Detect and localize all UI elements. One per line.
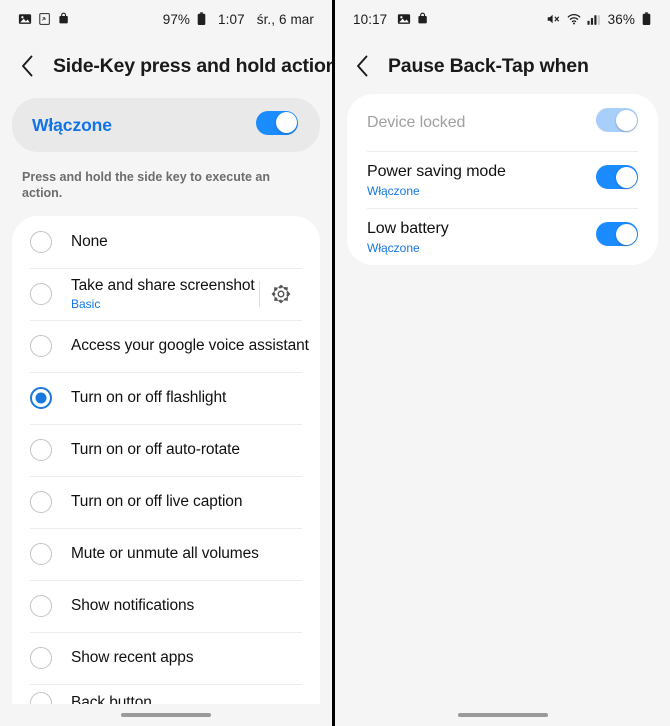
option-label: Turn on or off auto-rotate xyxy=(71,440,240,458)
radio-icon[interactable] xyxy=(30,594,52,617)
radio-icon[interactable] xyxy=(30,646,52,669)
setting-label: Power saving mode xyxy=(367,162,506,180)
option-label: Show notifications xyxy=(71,596,195,614)
option-label: None xyxy=(71,232,108,250)
left-gesture-bar[interactable] xyxy=(0,704,332,726)
battery-percent-label: 97% xyxy=(162,11,191,27)
hint-text: Press and hold the side key to execute a… xyxy=(22,170,271,201)
left-phone-screen: 97% 1:07 śr., 6 mar Side-Key press and h… xyxy=(0,0,335,726)
battery-percent-label: 36% xyxy=(607,11,635,27)
radio-icon[interactable] xyxy=(30,542,52,565)
setting-sublabel: Włączone xyxy=(367,240,420,255)
signal-icon xyxy=(587,12,600,26)
radio-icon-selected[interactable] xyxy=(30,386,52,409)
option-row-show-notifications[interactable]: Show notifications xyxy=(12,579,320,632)
option-label: Mute or unmute all volumes xyxy=(71,544,259,562)
setting-row-device-locked: Device locked xyxy=(347,94,658,151)
setting-label: Device locked xyxy=(367,113,466,131)
right-status-bar: 10:17 36% xyxy=(335,0,670,38)
bag-icon xyxy=(417,12,431,26)
option-label: Take and share screenshot xyxy=(71,276,255,294)
screenshot-icon xyxy=(38,12,52,26)
option-sublabel: Basic xyxy=(71,296,101,311)
image-icon xyxy=(397,12,411,26)
right-header: Pause Back-Tap when xyxy=(335,38,670,94)
mute-icon xyxy=(546,12,561,26)
option-label: Turn on or off live caption xyxy=(71,492,243,510)
setting-row-power-saving-mode[interactable]: Power saving mode Włączone xyxy=(347,151,658,208)
radio-icon[interactable] xyxy=(30,490,52,513)
option-row-show-recent-apps[interactable]: Show recent apps xyxy=(12,631,320,684)
pause-conditions-list: Device locked Power saving mode Włączone… xyxy=(347,94,658,265)
setting-label: Low battery xyxy=(367,219,449,237)
page-title: Side-Key press and hold action xyxy=(53,54,335,77)
wifi-icon xyxy=(567,12,581,26)
option-row-auto-rotate[interactable]: Turn on or off auto-rotate xyxy=(12,423,320,476)
option-row-none[interactable]: None xyxy=(12,216,320,268)
page-title: Pause Back-Tap when xyxy=(388,54,589,77)
radio-icon[interactable] xyxy=(30,334,52,357)
power-saving-mode-switch[interactable] xyxy=(596,165,638,194)
clock-label: 1:07 xyxy=(218,11,245,27)
master-toggle-row[interactable]: Włączone xyxy=(12,98,320,152)
back-button[interactable] xyxy=(349,53,375,79)
right-phone-screen: 10:17 36% Pause Back-Tap when Device loc… xyxy=(335,0,670,726)
date-label: śr., 6 mar xyxy=(256,11,314,27)
option-row-take-and-share-screenshot[interactable]: Take and share screenshot Basic xyxy=(12,267,320,320)
option-label: Show recent apps xyxy=(71,648,194,666)
battery-icon xyxy=(196,12,207,26)
radio-icon[interactable] xyxy=(30,282,52,305)
option-label: Access your google voice assistant xyxy=(71,336,309,354)
option-row-live-caption[interactable]: Turn on or off live caption xyxy=(12,475,320,528)
home-indicator[interactable] xyxy=(457,713,548,717)
low-battery-switch[interactable] xyxy=(596,222,638,251)
image-icon xyxy=(18,12,32,26)
option-row-flashlight[interactable]: Turn on or off flashlight xyxy=(12,371,320,424)
left-status-bar: 97% 1:07 śr., 6 mar xyxy=(0,0,332,38)
gear-icon[interactable] xyxy=(260,283,302,305)
battery-icon xyxy=(641,12,652,26)
home-indicator[interactable] xyxy=(121,713,211,717)
radio-icon[interactable] xyxy=(30,438,52,461)
device-locked-switch xyxy=(596,108,638,137)
master-toggle-label: Włączone xyxy=(32,114,112,135)
dual-screenshot-container: 97% 1:07 śr., 6 mar Side-Key press and h… xyxy=(0,0,670,726)
option-row-mute-volumes[interactable]: Mute or unmute all volumes xyxy=(12,527,320,580)
left-header: Side-Key press and hold action xyxy=(0,38,332,94)
bag-icon xyxy=(58,12,72,26)
action-options-list: None Take and share screenshot Basic Acc… xyxy=(12,215,320,722)
radio-icon[interactable] xyxy=(30,230,52,253)
setting-sublabel: Włączone xyxy=(367,183,420,198)
option-row-google-voice-assistant[interactable]: Access your google voice assistant xyxy=(12,319,320,372)
clock-label: 10:17 xyxy=(353,11,388,27)
option-label: Turn on or off flashlight xyxy=(71,388,227,406)
right-gesture-bar[interactable] xyxy=(335,704,670,726)
back-button[interactable] xyxy=(14,53,40,79)
setting-row-low-battery[interactable]: Low battery Włączone xyxy=(347,208,658,265)
master-toggle-switch[interactable] xyxy=(256,110,298,140)
